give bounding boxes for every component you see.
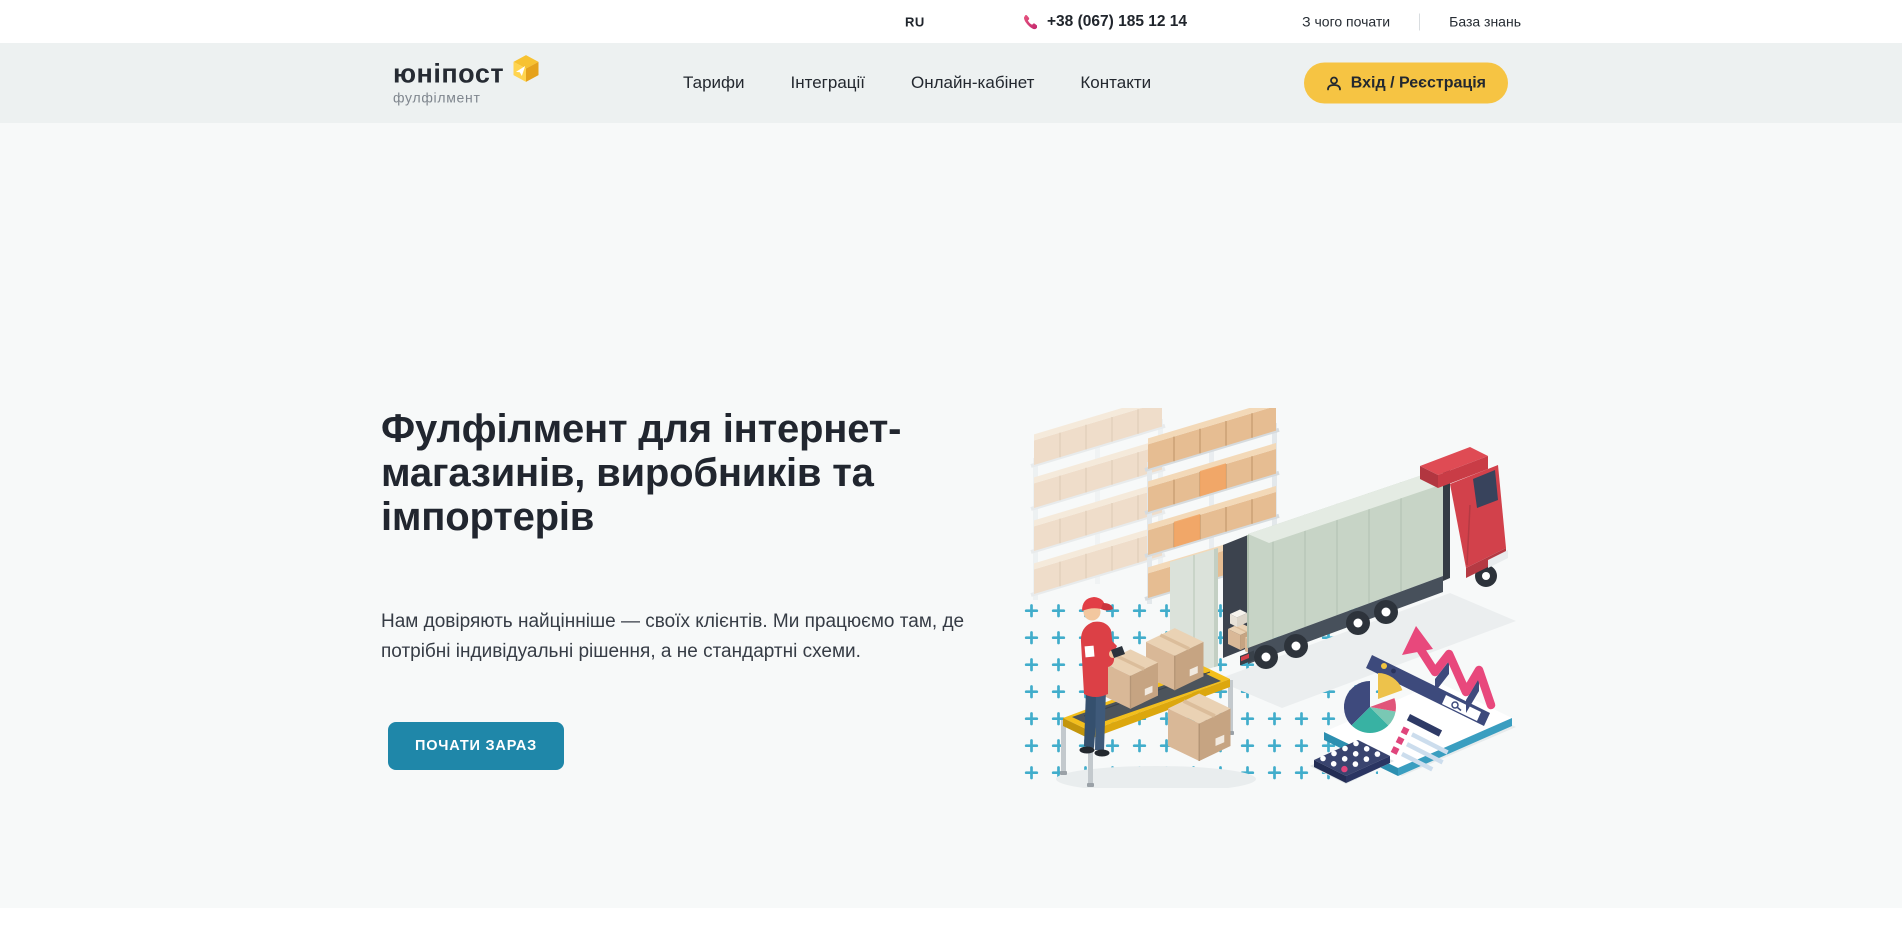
topbar-divider	[1419, 13, 1420, 30]
bottom-strip	[0, 908, 1902, 940]
cube-paper-plane-icon	[511, 54, 541, 84]
language-selector[interactable]: RU	[905, 14, 925, 29]
warehouse-rack-back	[1031, 408, 1165, 600]
start-now-button[interactable]: ПОЧАТИ ЗАРАЗ	[388, 722, 564, 770]
nav-online-cabinet[interactable]: Онлайн-кабінет	[911, 73, 1034, 93]
main-header: юніпост фулфілмент Тарифи Інтеграції Онл…	[0, 43, 1902, 123]
topbar-link-knowledge-base[interactable]: База знань	[1449, 14, 1521, 30]
logo-subtitle: фулфілмент	[393, 90, 541, 106]
topbar-link-getting-started[interactable]: З чого почати	[1302, 14, 1390, 30]
login-register-label: Вхід / Реєстрація	[1351, 74, 1486, 92]
hero-section: Фулфілмент для інтернет- магазинів, виро…	[0, 123, 1902, 908]
phone-number: +38 (067) 185 12 14	[1047, 13, 1187, 31]
user-icon	[1326, 75, 1342, 91]
main-nav: Тарифи Інтеграції Онлайн-кабінет Контакт…	[683, 43, 1151, 123]
phone-link[interactable]: +38 (067) 185 12 14	[1021, 13, 1187, 31]
topbar-links: З чого почати База знань	[1302, 13, 1521, 30]
hero-description: Нам довіряють найцінніше — своїх клієнті…	[381, 607, 989, 667]
topbar: RU +38 (067) 185 12 14 З чого почати Баз…	[0, 0, 1902, 43]
nav-tariffs[interactable]: Тарифи	[683, 73, 745, 93]
logo[interactable]: юніпост фулфілмент	[393, 61, 541, 106]
nav-integrations[interactable]: Інтеграції	[791, 73, 866, 93]
logo-title: юніпост	[393, 61, 504, 88]
phone-icon	[1021, 14, 1037, 30]
hero-title: Фулфілмент для інтернет- магазинів, виро…	[381, 407, 941, 539]
login-register-button[interactable]: Вхід / Реєстрація	[1304, 63, 1508, 104]
nav-contacts[interactable]: Контакти	[1080, 73, 1151, 93]
hero-illustration	[1018, 408, 1518, 788]
